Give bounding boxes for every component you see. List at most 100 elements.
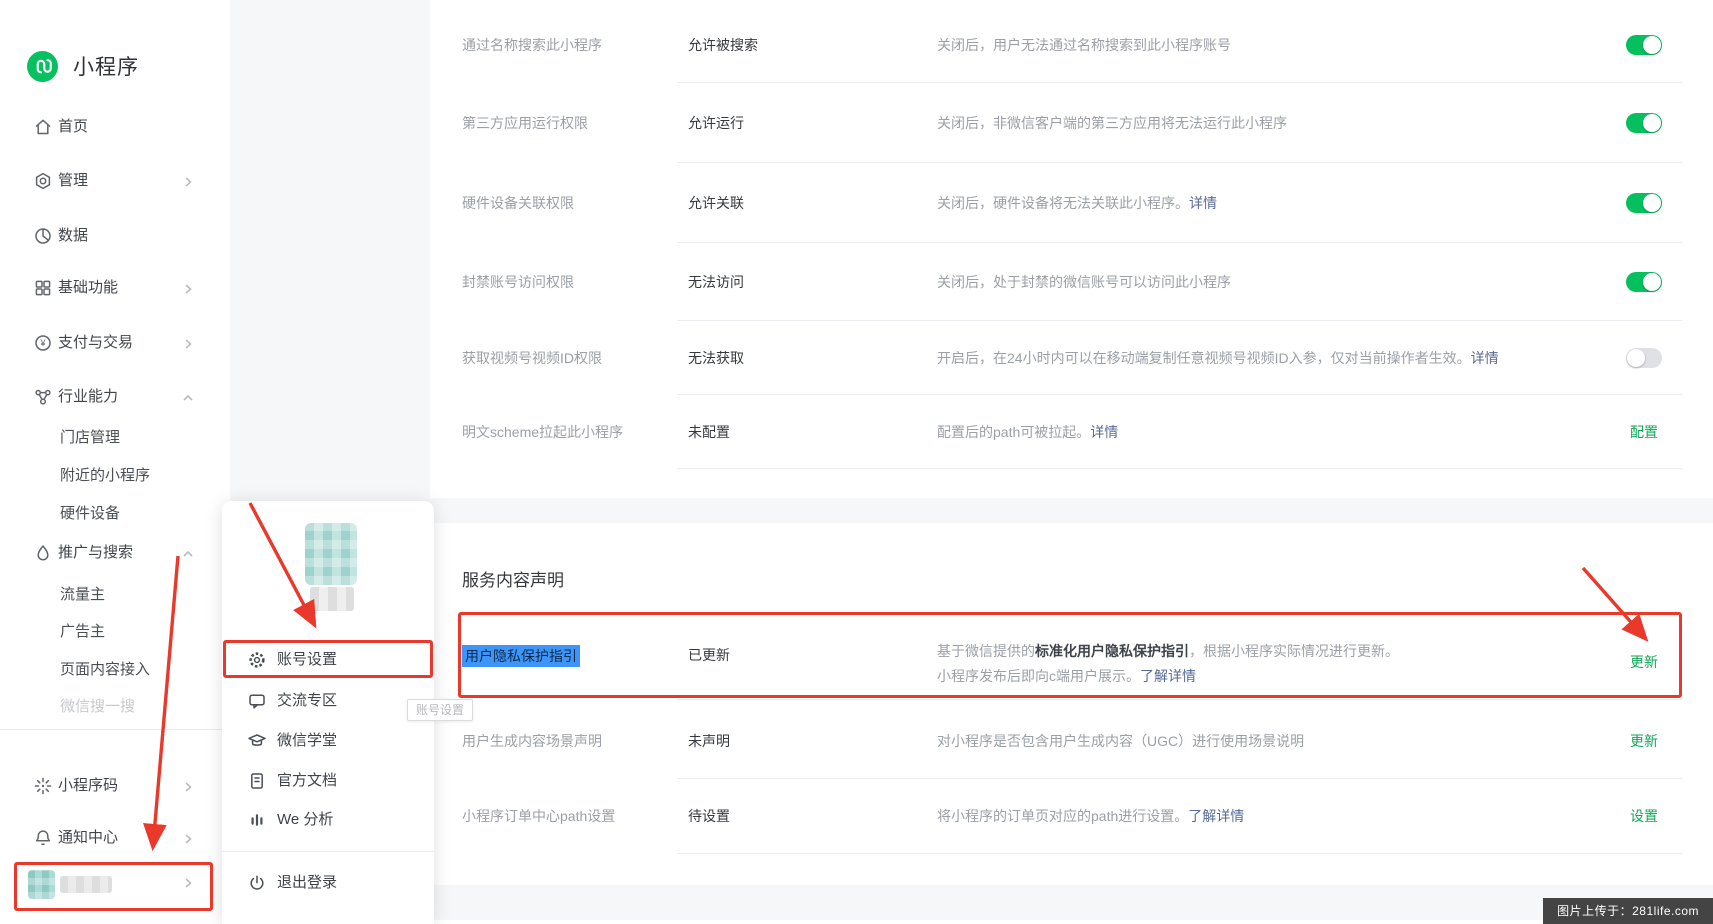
- user-avatar: [28, 870, 55, 899]
- detail-link[interactable]: 详情: [1090, 424, 1118, 440]
- permission-desc: 关闭后，处于封禁的微信账号可以访问此小程序: [937, 272, 1231, 292]
- privacy-guideline-label-selected: 用户隐私保护指引: [462, 645, 580, 667]
- row-divider: [677, 394, 1682, 395]
- menu-item-we-analysis[interactable]: We 分析: [222, 805, 434, 835]
- sidebar-item-label: 管理: [58, 166, 88, 196]
- sidebar-item-traffic[interactable]: 流量主: [0, 580, 230, 610]
- sidebar-item-account[interactable]: [0, 872, 230, 902]
- chevron-right-icon: [182, 338, 194, 350]
- sidebar-item-label: 微信搜一搜: [60, 692, 135, 722]
- sidebar-item-notifications[interactable]: 通知中心: [0, 823, 230, 853]
- power-icon: [247, 873, 267, 893]
- service-desc: 将小程序的订单页对应的path进行设置。了解详情: [937, 806, 1244, 826]
- chevron-right-icon: [182, 877, 194, 889]
- next-panel-edge: [430, 920, 1713, 924]
- graduation-cap-icon: [247, 731, 267, 751]
- detail-link[interactable]: 详情: [1471, 350, 1499, 366]
- permission-value: 无法获取: [688, 348, 744, 368]
- service-declaration-panel: 服务内容声明 用户隐私保护指引 已更新 基于微信提供的标准化用户隐私保护指引，根…: [430, 523, 1713, 885]
- permission-label: 第三方应用运行权限: [462, 113, 588, 133]
- service-desc: 基于微信提供的标准化用户隐私保护指引，根据小程序实际情况进行更新。 小程序发布后…: [937, 639, 1399, 689]
- app-logo: 小程序: [27, 50, 139, 82]
- sidebar-item-label: 行业能力: [58, 382, 118, 412]
- permission-desc: 开启后，在24小时内可以在移动端复制任意视频号视频ID入参，仅对当前操作者生效。…: [937, 348, 1499, 368]
- toggle-hardware-link[interactable]: [1626, 193, 1662, 213]
- gear-icon: [247, 650, 267, 670]
- chevron-up-icon: [182, 548, 194, 560]
- row-divider: [677, 82, 1682, 83]
- sidebar-item-hardware[interactable]: 硬件设备: [0, 499, 230, 529]
- learn-more-link[interactable]: 了解详情: [1140, 668, 1196, 684]
- toggle-search-by-name[interactable]: [1626, 35, 1662, 55]
- sidebar-item-label: 硬件设备: [60, 499, 120, 529]
- code-burst-icon: [33, 776, 53, 796]
- sidebar-item-store-manage[interactable]: 门店管理: [0, 423, 230, 453]
- menu-item-wechat-academy[interactable]: 微信学堂: [222, 726, 434, 756]
- set-path-button[interactable]: 设置: [1578, 806, 1658, 826]
- row-divider: [677, 468, 1682, 469]
- sidebar-item-manage[interactable]: 管理: [0, 166, 230, 196]
- sidebar-item-promotion[interactable]: 推广与搜索: [0, 538, 230, 568]
- toggle-video-id[interactable]: [1626, 348, 1662, 368]
- bar-chart-icon: [247, 810, 267, 830]
- watermark: 图片上传于：281life.com: [1543, 898, 1713, 924]
- update-ugc-button[interactable]: 更新: [1578, 731, 1658, 751]
- menu-item-logout[interactable]: 退出登录: [222, 868, 434, 898]
- permission-desc: 配置后的path可被拉起。详情: [937, 422, 1118, 442]
- menu-item-official-docs[interactable]: 官方文档: [222, 766, 434, 796]
- permission-label: 封禁账号访问权限: [462, 272, 574, 292]
- flame-icon: [33, 543, 53, 563]
- toggle-banned-account-access[interactable]: [1626, 272, 1662, 292]
- learn-more-link[interactable]: 了解详情: [1188, 808, 1244, 824]
- row-divider: [677, 853, 1682, 854]
- sidebar-divider: [0, 729, 230, 730]
- sidebar-item-label: 基础功能: [58, 273, 118, 303]
- pie-chart-icon: [33, 226, 53, 246]
- section-title: 服务内容声明: [462, 566, 564, 591]
- sidebar-item-label: 广告主: [60, 617, 105, 647]
- permission-label: 明文scheme拉起此小程序: [462, 422, 623, 442]
- configure-button[interactable]: 配置: [1578, 422, 1658, 442]
- share-nodes-icon: [33, 387, 53, 407]
- permission-label: 硬件设备关联权限: [462, 193, 574, 213]
- tooltip-account-settings: 账号设置: [407, 699, 473, 721]
- manage-icon: [33, 171, 53, 191]
- row-divider: [677, 320, 1682, 321]
- sidebar-item-features[interactable]: 基础功能: [0, 273, 230, 303]
- update-privacy-button[interactable]: 更新: [1578, 652, 1658, 672]
- account-popup-menu: 账号设置 交流专区 微信学堂 官方文档 We 分析 退出登录: [222, 501, 434, 924]
- popup-divider: [222, 851, 434, 852]
- menu-item-label: 微信学堂: [277, 726, 337, 756]
- sidebar-item-label: 附近的小程序: [60, 461, 150, 491]
- service-desc: 对小程序是否包含用户生成内容（UGC）进行使用场景说明: [937, 731, 1304, 751]
- sidebar-item-nearby[interactable]: 附近的小程序: [0, 461, 230, 491]
- sidebar-item-industry[interactable]: 行业能力: [0, 382, 230, 412]
- bell-icon: [33, 828, 53, 848]
- service-label: 小程序订单中心path设置: [462, 806, 615, 826]
- service-status: 待设置: [688, 806, 730, 826]
- document-icon: [247, 771, 267, 791]
- sidebar-item-label: 流量主: [60, 580, 105, 610]
- sidebar-item-page-content[interactable]: 页面内容接入: [0, 655, 230, 685]
- detail-link[interactable]: 详情: [1189, 195, 1217, 211]
- sidebar-item-label: 首页: [58, 112, 88, 142]
- sidebar-item-wechat-search[interactable]: 微信搜一搜: [0, 692, 230, 722]
- service-status: 已更新: [688, 645, 730, 665]
- service-status: 未声明: [688, 731, 730, 751]
- sidebar-item-home[interactable]: 首页: [0, 112, 230, 142]
- permission-label: 获取视频号视频ID权限: [462, 348, 602, 368]
- sidebar-item-payment[interactable]: ¥ 支付与交易: [0, 328, 230, 358]
- menu-item-account-settings[interactable]: 账号设置: [222, 645, 434, 675]
- chevron-right-icon: [182, 176, 194, 188]
- sidebar-item-data[interactable]: 数据: [0, 221, 230, 251]
- sidebar-item-label: 门店管理: [60, 423, 120, 453]
- chevron-right-icon: [182, 781, 194, 793]
- row-divider: [677, 162, 1682, 163]
- toggle-third-party-run[interactable]: [1626, 113, 1662, 133]
- sidebar-item-label: 支付与交易: [58, 328, 133, 358]
- sidebar-item-advertiser[interactable]: 广告主: [0, 617, 230, 647]
- menu-item-label: 账号设置: [277, 645, 337, 675]
- menu-item-forum[interactable]: 交流专区: [222, 686, 434, 716]
- sidebar-item-miniprogram-code[interactable]: 小程序码: [0, 771, 230, 801]
- row-divider: [677, 699, 1682, 700]
